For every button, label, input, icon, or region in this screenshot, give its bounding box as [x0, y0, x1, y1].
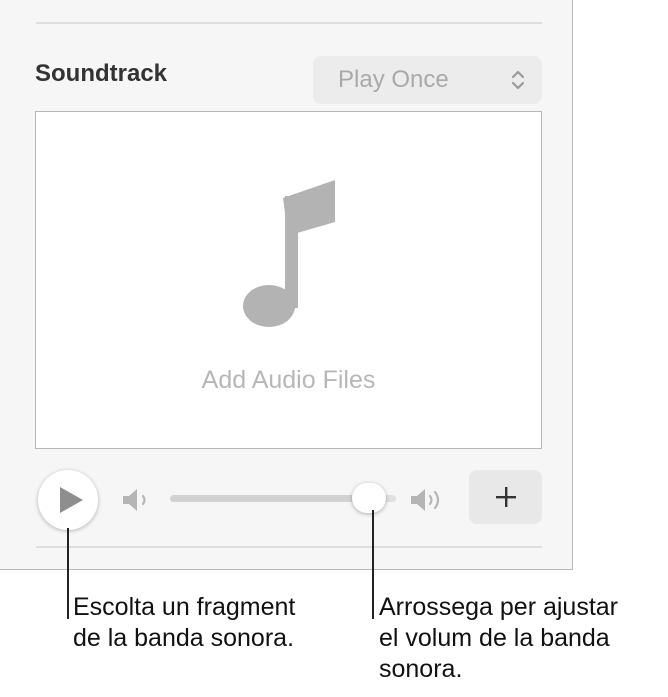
- slider-callout-text: Arrossega per ajustar el volum de la ban…: [379, 593, 619, 683]
- section-title: Soundtrack: [35, 60, 168, 87]
- playback-mode-value: Play Once: [338, 66, 449, 93]
- slider-callout-line: [372, 510, 374, 619]
- playback-mode-popup[interactable]: Play Once: [313, 56, 542, 104]
- plus-icon: [496, 487, 516, 507]
- add-audio-button[interactable]: [469, 470, 542, 524]
- soundtrack-inspector-panel: Soundtrack Play Once Add Audio Files: [0, 0, 573, 570]
- up-down-chevrons-icon: [511, 70, 525, 90]
- volume-slider-fill: [170, 495, 369, 502]
- speaker-high-icon: [411, 489, 440, 511]
- add-audio-files-label: Add Audio Files: [201, 366, 376, 394]
- volume-slider[interactable]: [170, 474, 396, 524]
- speaker-low-icon: [123, 489, 146, 511]
- music-note-icon: [243, 180, 335, 327]
- audio-dropzone[interactable]: Add Audio Files: [35, 111, 542, 449]
- play-callout-line: [67, 528, 69, 619]
- play-icon: [60, 487, 83, 513]
- play-callout-text: Escolta un fragment de la banda sonora.: [73, 593, 296, 652]
- play-button[interactable]: [38, 470, 98, 530]
- bottom-divider: [36, 546, 542, 548]
- top-divider: [36, 22, 542, 24]
- volume-slider-thumb[interactable]: [352, 483, 386, 513]
